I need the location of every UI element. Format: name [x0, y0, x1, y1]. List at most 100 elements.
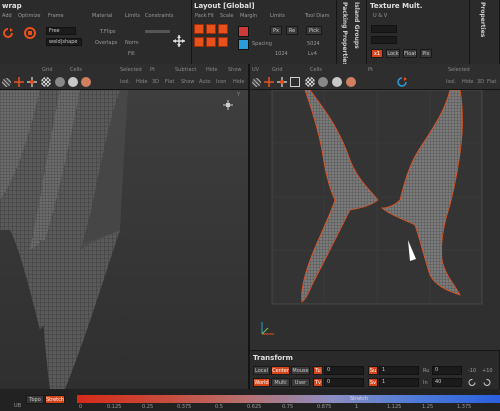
- left-toolbar: Grid Cells Selected Pt Subtract Hide Sho…: [0, 64, 248, 90]
- px-button[interactable]: Px: [270, 26, 282, 35]
- texture-field-1[interactable]: [371, 25, 397, 33]
- ru-label: Ru: [423, 368, 430, 374]
- x1-button[interactable]: x1: [371, 49, 383, 58]
- wrap-panel-title: wrap: [2, 2, 22, 10]
- sv-button[interactable]: Sv: [368, 378, 378, 387]
- ru-field[interactable]: 0: [432, 366, 462, 375]
- left-icon-button[interactable]: Icon: [216, 79, 226, 85]
- rotate-cw-icon[interactable]: [482, 378, 491, 387]
- tick-label: 0.125: [107, 404, 122, 410]
- value-5024: 5024: [307, 41, 320, 47]
- spacing-label: Spacing: [252, 41, 272, 47]
- user-button[interactable]: User: [291, 378, 310, 387]
- tv-button[interactable]: Tv: [313, 378, 323, 387]
- tv-field[interactable]: 0: [324, 378, 364, 387]
- select-icon[interactable]: [55, 77, 65, 87]
- right-grid-icon[interactable]: [252, 78, 261, 87]
- texture-uv-label: U & V: [373, 13, 388, 19]
- left-isol-button[interactable]: Isol.: [120, 79, 130, 85]
- left-cells-label: Cells: [70, 67, 82, 73]
- tick-label: 1.25: [422, 404, 434, 410]
- status-bar: UB Topo Stretch Stretch 0 0.125 0.25 0.3…: [0, 389, 500, 411]
- fit2-button[interactable]: [206, 37, 216, 47]
- texture-panel: Texture Mult. U & V x1 Lock Float Pix: [367, 0, 470, 64]
- scale2-button[interactable]: [218, 37, 228, 47]
- left-auto-button[interactable]: Auto: [199, 79, 211, 85]
- left-show-button[interactable]: Show: [181, 79, 195, 85]
- left-hide2-button[interactable]: Hide: [233, 79, 244, 85]
- uv-canvas: [261, 90, 483, 335]
- fit-button[interactable]: [206, 24, 216, 34]
- right-transform-icon[interactable]: [277, 77, 287, 87]
- stretch-gradient-bar: [77, 395, 500, 403]
- re-button[interactable]: Re: [286, 26, 298, 35]
- pack-button[interactable]: [194, 24, 204, 34]
- checker-icon[interactable]: [41, 77, 51, 87]
- mesh-3d-view: [0, 90, 128, 389]
- world-button[interactable]: World: [253, 378, 270, 387]
- left-flat-button[interactable]: Flat: [165, 79, 174, 85]
- right-checker-icon[interactable]: [305, 77, 315, 87]
- nav-widget-icon[interactable]: [222, 99, 234, 111]
- island-groups-tab[interactable]: Island Groups: [353, 2, 360, 49]
- stop-icon[interactable]: [24, 27, 36, 39]
- margin-swatch-2[interactable]: [238, 39, 249, 50]
- right-isol-button[interactable]: Isol.: [446, 79, 456, 85]
- uv-viewport[interactable]: [250, 90, 500, 350]
- sphere-icon[interactable]: [68, 77, 78, 87]
- tu-field[interactable]: 0: [324, 366, 364, 375]
- refresh-icon[interactable]: [2, 27, 14, 39]
- right-select-icon[interactable]: [318, 77, 328, 87]
- packing-properties-tab[interactable]: Packing Properties [: [341, 2, 348, 71]
- constraint-slider[interactable]: [145, 30, 170, 33]
- grid-pattern-icon[interactable]: [2, 78, 11, 87]
- su-field[interactable]: 1: [379, 366, 419, 375]
- right-orange-sphere-icon[interactable]: [346, 77, 356, 87]
- float-button[interactable]: Float: [403, 49, 417, 58]
- local-button[interactable]: Local: [253, 366, 270, 375]
- in-field[interactable]: 40: [432, 378, 462, 387]
- center-button[interactable]: Center: [271, 366, 290, 375]
- right-3d-button[interactable]: 3D: [477, 79, 484, 85]
- pack2-button[interactable]: [194, 37, 204, 47]
- right-sphere-icon[interactable]: [332, 77, 342, 87]
- lock-button[interactable]: Lock: [386, 49, 400, 58]
- left-viewport[interactable]: Y: [0, 90, 248, 389]
- mouse-button[interactable]: Mouse: [291, 366, 310, 375]
- properties-tab[interactable]: Properties: [479, 2, 486, 37]
- move-icon-left[interactable]: [14, 77, 24, 87]
- texture-field-2[interactable]: [371, 36, 397, 44]
- pick-button[interactable]: Pick: [306, 26, 322, 35]
- left-subtract-label: Subtract: [175, 67, 197, 73]
- sv-field[interactable]: 1: [379, 378, 419, 387]
- shape-input[interactable]: weld|shape: [46, 38, 82, 46]
- tu-button[interactable]: Tu: [313, 366, 323, 375]
- stretch-button[interactable]: Stretch: [45, 395, 65, 404]
- right-hide-button[interactable]: Hide: [462, 79, 473, 85]
- flip-label: T.Flips: [100, 29, 116, 35]
- right-flat-button[interactable]: Flat: [487, 79, 496, 85]
- transform-icon-left[interactable]: [27, 77, 37, 87]
- properties-tab-strip: Properties: [470, 0, 500, 64]
- right-scale-icon[interactable]: [290, 77, 300, 87]
- scale-button[interactable]: [218, 24, 228, 34]
- right-move-icon[interactable]: [264, 77, 274, 87]
- move-icon[interactable]: [173, 35, 185, 47]
- side-tabs: Packing Properties [ Island Groups: [337, 0, 367, 71]
- su-button[interactable]: Su: [368, 366, 378, 375]
- frame-field[interactable]: Free: [46, 27, 76, 35]
- left-selected-label: Selected: [120, 67, 142, 73]
- multi-button[interactable]: Multi: [271, 378, 290, 387]
- header-add: Add: [2, 13, 12, 19]
- left-hide-button[interactable]: Hide: [136, 79, 147, 85]
- orange-sphere-icon[interactable]: [81, 77, 91, 87]
- rotate-ccw-icon[interactable]: [468, 378, 477, 387]
- topo-button[interactable]: Topo: [26, 395, 44, 404]
- rotate-icon[interactable]: [397, 77, 407, 87]
- tick-label: 0.625: [247, 404, 262, 410]
- left-3d-button[interactable]: 3D: [152, 79, 159, 85]
- left-pt-label: Pt: [150, 67, 155, 73]
- pix-button[interactable]: Pix: [420, 49, 432, 58]
- header-limits: Limits: [125, 13, 140, 19]
- margin-swatch[interactable]: [238, 26, 249, 37]
